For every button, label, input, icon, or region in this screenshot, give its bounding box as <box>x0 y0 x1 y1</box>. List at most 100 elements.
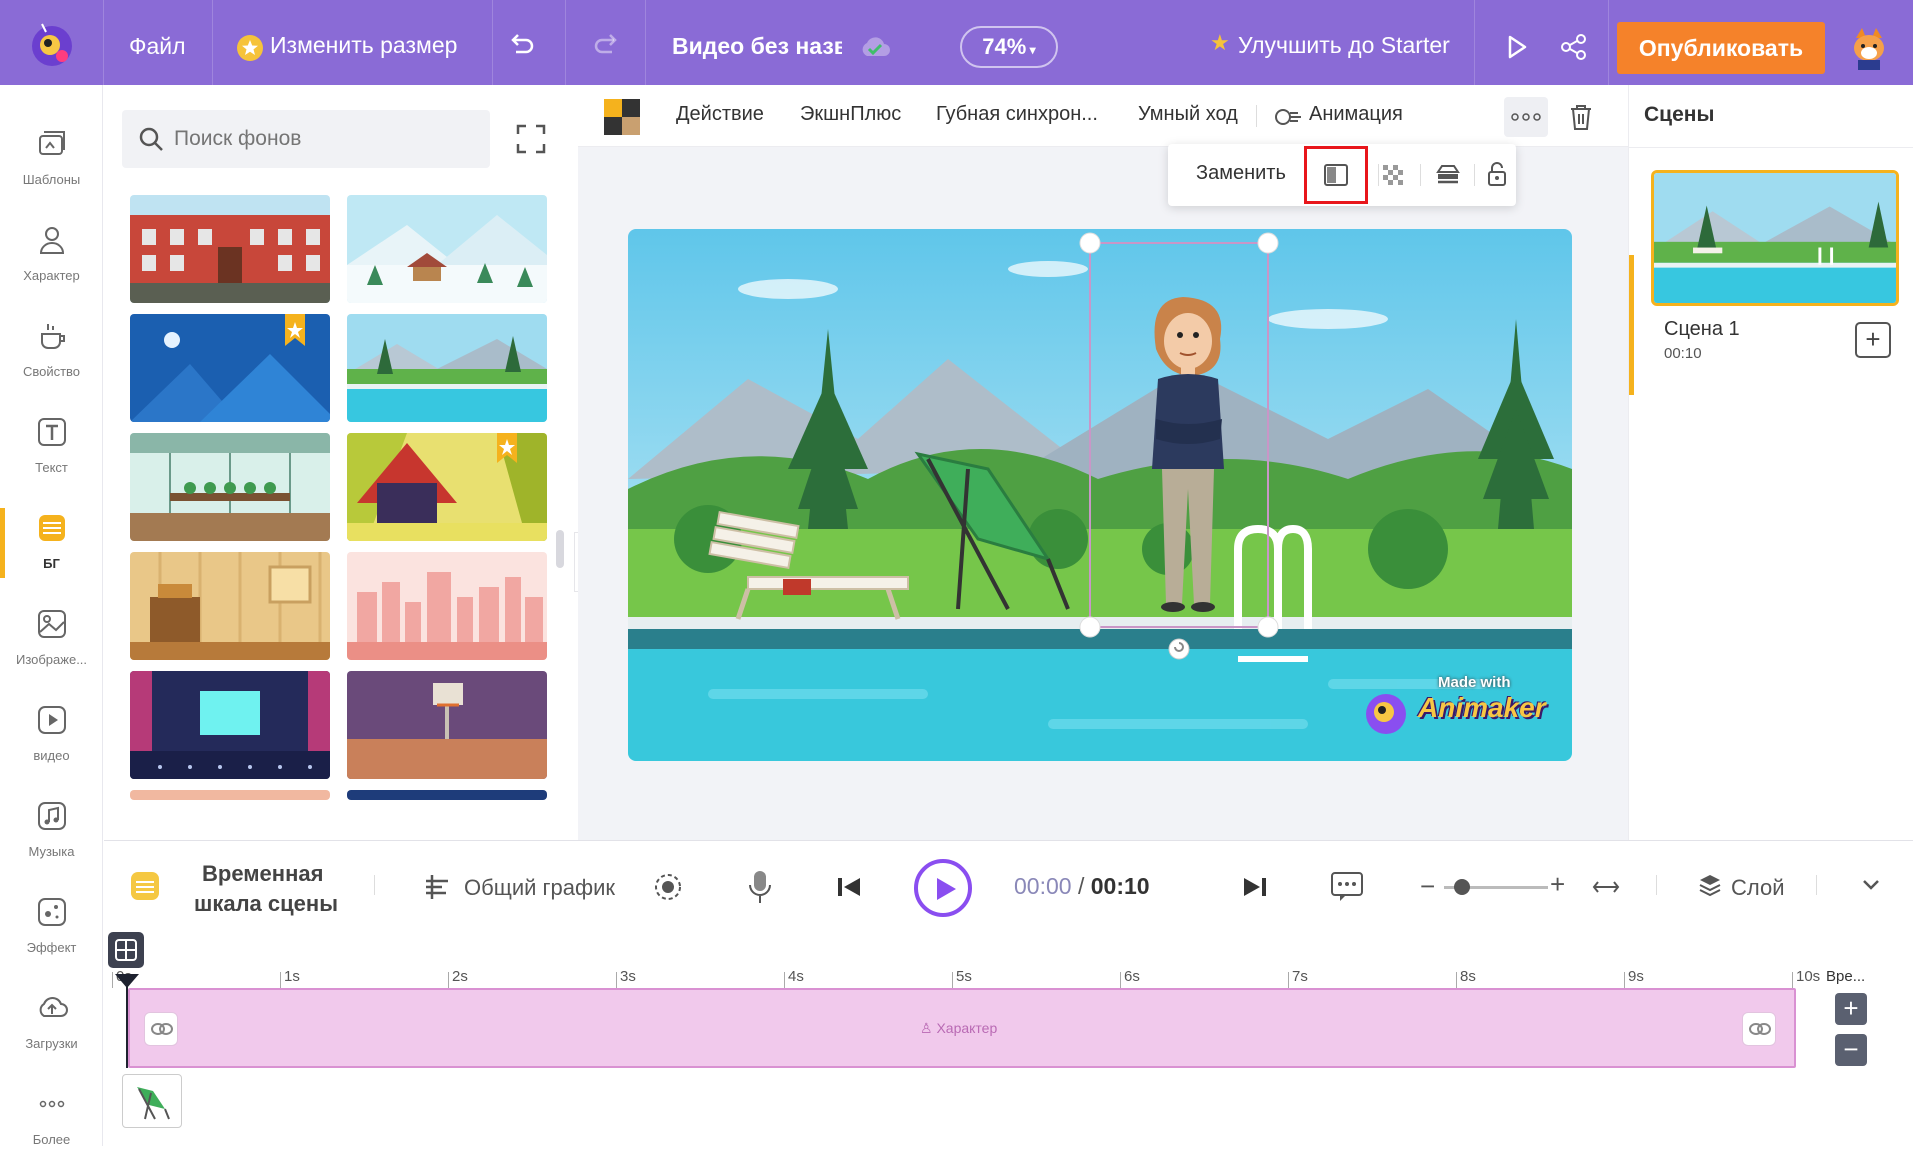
bg-thumb-basketball[interactable] <box>347 671 547 779</box>
bg-track-strip <box>104 1068 1913 1146</box>
bg-track-thumbnail[interactable] <box>122 1074 182 1128</box>
playhead[interactable] <box>115 974 139 1075</box>
animaker-logo-icon[interactable] <box>26 20 78 70</box>
video-title[interactable]: Видео без назв <box>672 0 842 85</box>
track-zoom-out-button[interactable]: − <box>1835 1034 1867 1066</box>
rail-label: Свойство <box>22 364 81 379</box>
slider-handle[interactable] <box>1454 879 1470 895</box>
rail-item-video[interactable]: видео <box>0 696 103 788</box>
search-input[interactable] <box>174 124 474 154</box>
more-dots-icon <box>1511 113 1541 121</box>
track-zoom-in-button[interactable]: + <box>1835 993 1867 1025</box>
timeline-tick-label: 4s <box>788 968 804 985</box>
rail-item-image[interactable]: Изображе... <box>0 600 103 692</box>
deck-chair-icon <box>137 1087 170 1120</box>
scene-name: Сцена 1 <box>1664 318 1740 340</box>
publish-button[interactable]: Опубликовать <box>1617 22 1825 74</box>
play-button[interactable] <box>914 859 972 917</box>
props-icon <box>41 324 65 349</box>
rail-item-background[interactable]: БГ <box>0 504 103 596</box>
timeline-tick-label: 2s <box>452 968 468 985</box>
microphone-icon[interactable] <box>748 869 772 905</box>
subtitles-icon[interactable] <box>1330 871 1364 903</box>
upgrade-link[interactable]: ★ Улучшить до Starter <box>1210 30 1470 66</box>
bg-thumb-partial[interactable] <box>130 790 330 800</box>
more-options-button[interactable] <box>1504 97 1548 137</box>
rail-label: Характер <box>23 268 80 283</box>
add-scene-button[interactable]: + <box>1855 322 1891 358</box>
unlock-icon[interactable] <box>1486 160 1508 188</box>
character-track[interactable]: ♙ Характер <box>128 988 1796 1068</box>
record-screen-icon[interactable] <box>652 871 684 903</box>
skip-back-icon[interactable] <box>836 875 862 899</box>
grid-toggle-button[interactable] <box>108 932 144 968</box>
replace-button[interactable]: Заменить <box>1196 162 1286 185</box>
divider <box>374 875 375 895</box>
user-avatar-icon[interactable] <box>1846 24 1892 70</box>
rail-item-uploads[interactable]: Загрузки <box>0 984 103 1076</box>
rail-item-more[interactable]: Более <box>0 1080 103 1172</box>
rail-item-effect[interactable]: Эффект <box>0 888 103 980</box>
resize-button[interactable]: Изменить размер <box>236 30 486 66</box>
timeline-tick-mark <box>448 972 449 988</box>
expand-icon[interactable] <box>502 110 560 168</box>
more-icon <box>39 1100 65 1108</box>
share-icon[interactable] <box>1560 34 1588 60</box>
zoom-in-icon[interactable]: + <box>1550 869 1565 900</box>
preview-play-icon[interactable] <box>1505 34 1529 60</box>
layers-icon[interactable] <box>1434 162 1462 188</box>
bg-thumb-city[interactable] <box>347 552 547 660</box>
animation-tab[interactable]: Анимация <box>1309 103 1403 126</box>
lipsync-tab[interactable]: Губная синхрон... <box>936 103 1098 126</box>
rail-item-text[interactable]: Текст <box>0 408 103 500</box>
rail-item-character[interactable]: Характер <box>0 216 103 308</box>
file-menu[interactable]: Файл <box>129 0 186 85</box>
fit-width-icon[interactable] <box>1592 879 1620 895</box>
bg-thumb-school[interactable] <box>130 195 330 303</box>
timeline-tick-label: 8s <box>1460 968 1476 985</box>
trash-icon[interactable] <box>1568 103 1594 131</box>
loop-start-button[interactable] <box>144 1012 178 1046</box>
divider <box>1378 164 1379 186</box>
scene-thumbnail[interactable] <box>1651 170 1899 306</box>
rail-item-music[interactable]: Музыка <box>0 792 103 884</box>
color-swatch-icon[interactable] <box>602 97 642 137</box>
bg-thumb-living-room[interactable] <box>130 552 330 660</box>
chevron-down-icon[interactable] <box>1862 879 1880 891</box>
timeline-bg-icon <box>131 872 159 900</box>
layer-button[interactable]: Слой <box>1731 875 1785 901</box>
library-scrollbar[interactable] <box>556 530 564 568</box>
bg-thumb-winter[interactable] <box>347 195 547 303</box>
loop-end-button[interactable] <box>1742 1012 1776 1046</box>
rail-item-props[interactable]: Свойство <box>0 312 103 404</box>
scene-canvas[interactable]: Made with Animaker <box>628 229 1572 761</box>
bg-thumb-stage[interactable] <box>130 671 330 779</box>
star-badge-icon <box>237 35 263 61</box>
pool-scene-background <box>628 229 1572 761</box>
link-icon <box>151 1023 173 1035</box>
skip-forward-icon[interactable] <box>1242 875 1268 899</box>
action-tab[interactable]: Действие <box>676 103 764 126</box>
bg-thumb-greenhouse[interactable] <box>130 433 330 541</box>
bg-thumb-pool[interactable] <box>347 314 547 422</box>
background-icon <box>39 515 65 541</box>
actionplus-tab[interactable]: ЭкшнПлюс <box>800 103 901 126</box>
timeline-ruler[interactable]: 0s1s2s3s4s5s6s7s8s9s10s Вре... <box>104 932 1913 988</box>
undo-icon[interactable] <box>508 32 536 56</box>
zoom-out-icon[interactable]: − <box>1420 871 1435 902</box>
timeline-controls: Временная шкала сцены Общий график 00:00… <box>104 840 1913 932</box>
bg-thumb-cabin[interactable] <box>347 433 547 541</box>
timeline-zoom-slider[interactable] <box>1444 879 1548 895</box>
general-graph-button[interactable]: Общий график <box>464 875 615 901</box>
smart-move-tab[interactable]: Умный ход <box>1138 103 1238 126</box>
transparency-icon[interactable] <box>1380 162 1406 188</box>
timeline-title-2: шкала сцены <box>194 891 338 916</box>
rail-item-templates[interactable]: Шаблоны <box>0 120 103 212</box>
bg-thumb-night-mountains[interactable] <box>130 314 330 422</box>
rail-label: Шаблоны <box>22 172 81 187</box>
redo-icon[interactable] <box>592 32 620 56</box>
search-box[interactable] <box>122 110 490 168</box>
track-label: ♙ Характер <box>920 1020 997 1037</box>
zoom-dropdown[interactable]: 74% ▾ <box>960 26 1058 68</box>
bg-thumb-partial[interactable] <box>347 790 547 800</box>
